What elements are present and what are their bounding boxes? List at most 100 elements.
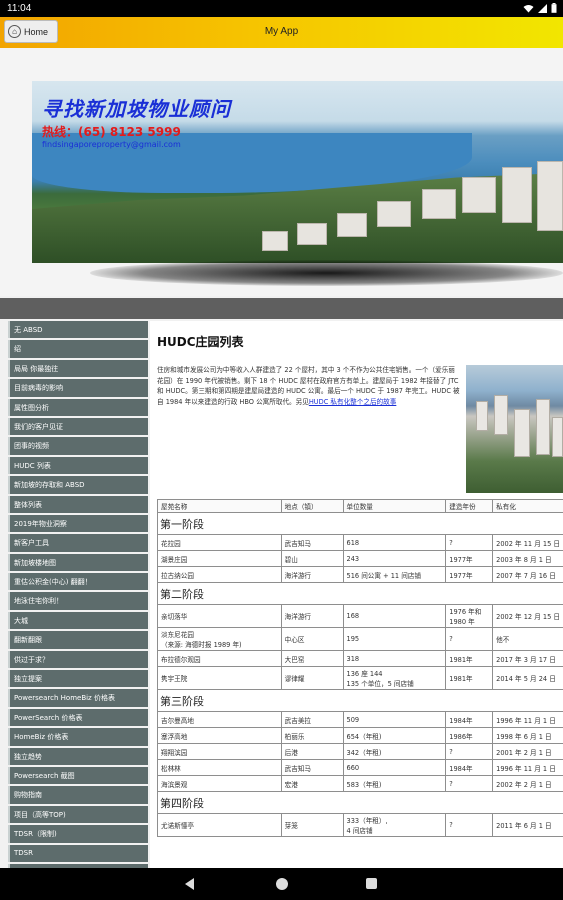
sidebar-item[interactable]: 新客户工具	[8, 534, 148, 552]
phase-heading: 第一阶段	[157, 512, 563, 535]
sidebar-item[interactable]: 局局 你最独往	[8, 359, 148, 378]
home-circle-icon[interactable]	[276, 878, 288, 890]
table-cell: 1996 年 11 月 1 日	[492, 759, 563, 776]
sidebar-item[interactable]: 新加坡的存取和 ABSD	[8, 476, 148, 494]
banner-email[interactable]: findsingaporeproperty@gmail.com	[42, 140, 181, 149]
table-cell: 136 座 144 135 个单位，5 间店铺	[342, 666, 447, 690]
table-row: 吉尔曼高地 武吉美拉 509 1984年 1996 年 11 月 1 日	[157, 711, 563, 728]
phase-row: 第四阶段	[157, 791, 563, 814]
banner-building	[262, 231, 288, 251]
table-row: 淡东尼花园 （来源: 海德时报 1989 年) 中心区 195? 他不	[157, 627, 563, 651]
sidebar-item[interactable]: HomeBiz 价格表	[8, 728, 148, 746]
sidebar-item[interactable]: Powersearch HomeBiz 价格表	[8, 689, 148, 707]
cellular-icon	[538, 3, 547, 13]
table-cell: 2002 年 12 月 15 日	[492, 604, 563, 628]
table-cell: 布拉德尔观园	[157, 650, 282, 667]
sidebar-item[interactable]: 独立提案	[8, 670, 148, 688]
banner-building	[462, 177, 496, 213]
sidebar-item[interactable]: 地泳住宅你利！	[8, 592, 148, 610]
back-icon[interactable]	[185, 878, 194, 890]
table-cell: 342（年租)	[342, 743, 447, 760]
main-content: HUDC庄园列表 住房和城市发展公司为中等收入人群建造了 22 个屋村，其中 3…	[150, 321, 563, 868]
table-cell: 海洋游行	[280, 566, 344, 583]
table-cell: 660	[342, 759, 447, 776]
sidebar-item[interactable]: PowerSearch 价格表	[8, 708, 148, 727]
sidebar-item[interactable]: 项目（高等TOP)	[8, 805, 148, 824]
table-cell: 武吉知马	[280, 534, 344, 551]
table-cell: 168	[342, 604, 447, 628]
table-cell: 花拉园	[157, 534, 282, 551]
sidebar-item[interactable]: TDSR（限制)	[8, 825, 148, 843]
sidebar-item[interactable]: 新加坡楼地图	[8, 553, 148, 572]
sidebar-item[interactable]: 大城	[8, 611, 148, 630]
sidebar-item[interactable]: 绍	[8, 340, 148, 358]
table-cell: 1981年	[445, 650, 494, 667]
table-row: 隽宇王院 谬律耀 136 座 144 135 个单位，5 间店铺 1981年 2014 …	[157, 666, 563, 690]
table-cell: 芽笼	[280, 813, 344, 837]
table-cell: 516 间公寓 + 11 间店铺	[342, 566, 447, 583]
table-cell: 333（年租）, 4 间店铺	[342, 813, 447, 837]
table-cell: 2011 年 6 月 1 日	[492, 813, 563, 837]
table-cell: 2007 年 7 月 16 日	[492, 566, 563, 583]
column-header: 私有化	[492, 499, 563, 513]
table-cell: 2002 年 11 月 15 日	[492, 534, 563, 551]
table-row: 花拉园 武吉知马 618? 2002 年 11 月 15 日	[157, 534, 563, 551]
sidebar-item[interactable]: 整体列表	[8, 495, 148, 513]
table-cell: ?	[445, 743, 494, 760]
sidebar-item[interactable]: 目前病毒的影响	[8, 379, 148, 397]
hudc-story-link[interactable]: HUDC 私有化整个之后的故事	[309, 398, 397, 406]
sidebar-item[interactable]: 供过于求？	[8, 650, 148, 669]
sidebar-item[interactable]: HUDC 列表	[8, 456, 148, 475]
webview[interactable]: 寻找新加坡物业顾问 热线：(65) 8123 5999 findsingapor…	[0, 48, 563, 868]
banner-building	[422, 189, 456, 219]
sidebar-item[interactable]: 团事的视频	[8, 437, 148, 455]
table-row: 松林林 武吉知马 660 1984年 1996 年 11 月 1 日	[157, 759, 563, 776]
sidebar-menu: 无 ABSD 绍局局 你最独往 目前病毒的影响 属性图分析 我们的客户见证 团事的视频 HU…	[8, 321, 148, 868]
table-cell: 武吉美拉	[280, 711, 344, 728]
phase-heading: 第二阶段	[157, 582, 563, 605]
sidebar-item[interactable]: 2019年物业洞察	[8, 514, 148, 533]
table-cell: 宏港	[280, 775, 344, 792]
table-cell: 他不	[492, 627, 563, 651]
banner-building	[502, 167, 532, 223]
table-row: 湖景庄园 碧山 243 1977年 2003 年 8 月 1 日	[157, 550, 563, 567]
banner-building	[377, 201, 411, 227]
column-header: 屋苑名称	[157, 499, 282, 513]
table-cell: 2003 年 8 月 1 日	[492, 550, 563, 567]
sidebar-item[interactable]: 属性图分析	[8, 398, 148, 416]
system-nav-bar	[0, 868, 563, 900]
banner-building	[337, 213, 367, 237]
sidebar-item[interactable]: 购物指南	[8, 786, 148, 804]
table-cell: 1986年	[445, 727, 494, 744]
table-row: 尤诺斯懂亭 芽笼 333（年租）, 4 间店铺? 2011 年 6 月 1 日	[157, 813, 563, 837]
table-cell: 1996 年 11 月 1 日	[492, 711, 563, 728]
table-row: 海滨景观 宏港 583（年租)? 2002 年 2 月 1 日	[157, 775, 563, 792]
phase-heading: 第四阶段	[157, 791, 563, 814]
table-cell: 后港	[280, 743, 344, 760]
table-cell: 亲切落华	[157, 604, 282, 628]
table-cell: 654（年租)	[342, 727, 447, 744]
sidebar-item[interactable]: 无 ABSD	[8, 321, 148, 339]
photo-tower	[476, 401, 488, 431]
status-time: 11:04	[7, 3, 32, 14]
hudc-table: 屋苑名称 地点（镇） 单位数量 建造年份 私有化 第一阶段 花拉园 武吉知马 618? 2002 …	[157, 499, 563, 837]
table-cell: ?	[445, 775, 494, 792]
table-cell: 2017 年 3 月 17 日	[492, 650, 563, 667]
sidebar-item[interactable]: 独立趋势	[8, 747, 148, 765]
table-cell: 尤诺斯懂亭	[157, 813, 282, 837]
table-cell: 翔翔滨园	[157, 743, 282, 760]
photo-tower	[536, 399, 550, 455]
sidebar-item[interactable]: 我们的客户见证	[8, 417, 148, 436]
table-cell: 海洋游行	[280, 604, 344, 628]
table-cell: 中心区	[280, 627, 344, 651]
photo-tower	[514, 409, 530, 457]
banner-building	[297, 223, 327, 245]
recents-icon[interactable]	[366, 878, 377, 889]
sidebar-item[interactable]: Powersearch 截图	[8, 766, 148, 785]
phase-row: 第三阶段	[157, 689, 563, 712]
status-bar: 11:04	[0, 0, 563, 17]
sidebar-item[interactable]: TDSR	[8, 844, 148, 862]
sidebar-item[interactable]: 重估公积金(中心) 翻翻！	[8, 573, 148, 591]
sidebar-item[interactable]: 翻新翻跟	[8, 631, 148, 649]
phase-heading: 第三阶段	[157, 689, 563, 712]
